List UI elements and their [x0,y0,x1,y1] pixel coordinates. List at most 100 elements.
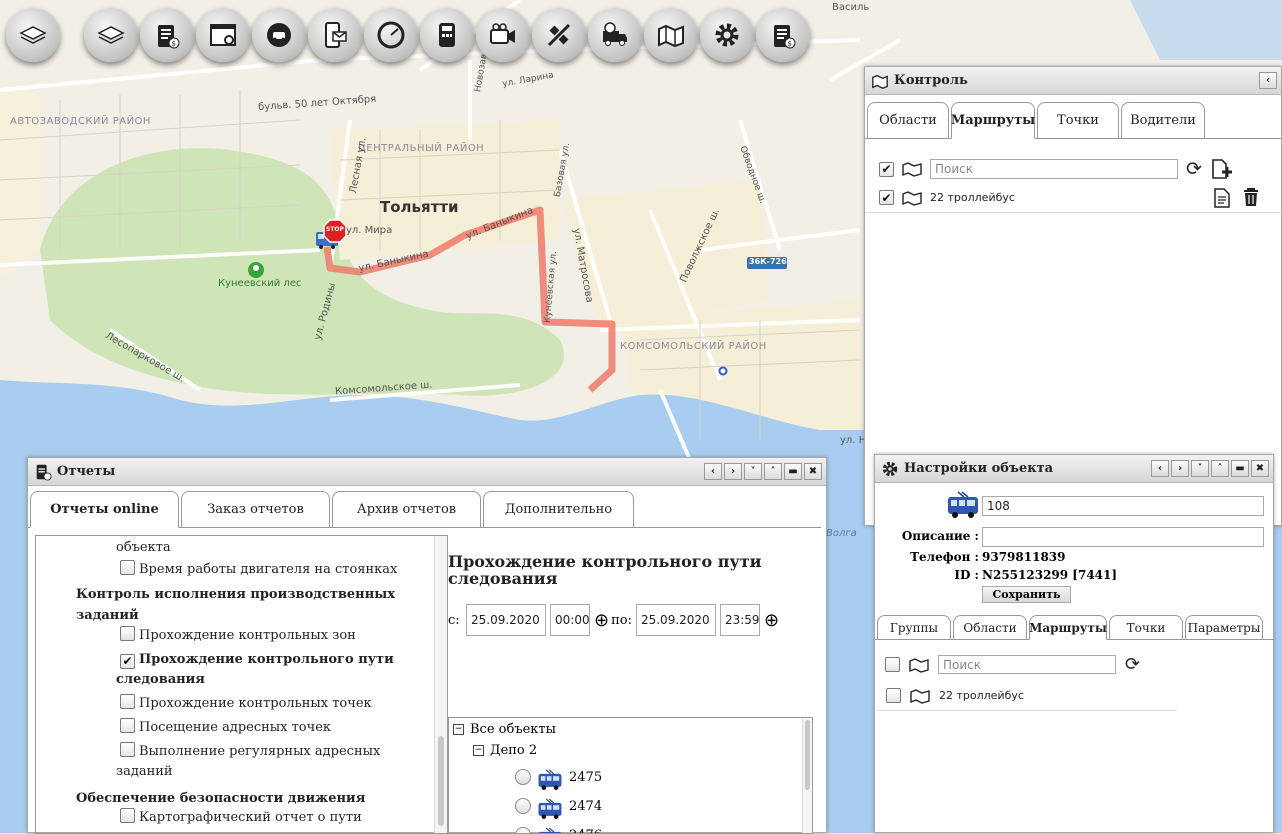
tab-groups[interactable]: Группы [877,615,951,639]
layers-button[interactable] [6,8,60,62]
layers-button-2[interactable] [84,8,138,62]
select-all-checkbox[interactable] [885,657,900,672]
objects-tree[interactable]: − Все объекты − Депо 2 247524742476 [448,717,813,834]
billing-button[interactable]: $ [140,8,194,62]
select-all-checkbox[interactable]: ✔ [879,162,894,177]
phone-value: 9379811839 [982,550,1066,564]
tab-reports-online[interactable]: Отчеты online [30,491,179,528]
collapse-icon[interactable]: − [453,724,464,735]
route-checkbox[interactable] [886,688,901,703]
report-checkbox[interactable] [120,718,135,733]
refresh-icon[interactable]: ⟳ [1125,654,1140,675]
settings-route-row[interactable]: 22 троллейбус [877,681,1177,711]
trash-icon[interactable] [1242,187,1260,207]
settings-button[interactable] [700,8,754,62]
settings-window-icon [207,19,239,51]
logistics-button[interactable] [588,8,642,62]
vehicle-row[interactable]: 2476 [515,821,602,834]
speed-button[interactable] [364,8,418,62]
time-picker-icon[interactable]: ⊕ [594,610,609,631]
control-window-titlebar[interactable]: Контроль ‹ [865,67,1281,95]
time-picker-icon[interactable]: ⊕ [764,610,779,631]
reports-window-titlebar[interactable]: Отчеты ‹ › ˅ ˄ ▬ ✖ [28,458,826,486]
down-button[interactable]: ˅ [1191,460,1209,477]
messages-button[interactable] [308,8,362,62]
tree-root[interactable]: − Все объекты [453,722,556,737]
object-name-field[interactable]: 108 [982,496,1264,516]
tab-routes[interactable]: Маршруты [1029,615,1107,640]
billing-button-2[interactable]: $ [756,8,810,62]
satellite-button[interactable] [532,8,586,62]
report-item[interactable]: Картографический отчет о пути [116,808,416,828]
from-time-input[interactable]: 00:00 [550,604,590,636]
collapse-button[interactable]: ‹ [1259,72,1277,89]
report-checkbox[interactable] [120,742,135,757]
vehicle-settings-button[interactable] [252,8,306,62]
down-button[interactable]: ˅ [744,463,762,480]
route-checkbox[interactable]: ✔ [879,190,894,205]
prev-button[interactable]: ‹ [1151,460,1169,477]
from-date-input[interactable]: 25.09.2020 [466,604,546,636]
tab-additional[interactable]: Дополнительно [483,491,634,527]
to-time-input[interactable]: 23:59 [720,604,760,636]
save-button[interactable]: Сохранить [982,586,1071,603]
report-checkbox[interactable] [120,808,135,823]
id-label: ID : [875,568,979,582]
road-shield: 36К-726 [749,257,787,266]
report-item[interactable]: Выполнение регулярных адресных заданий [116,742,416,782]
report-checkbox[interactable]: ✔ [120,654,135,669]
settings-search-input[interactable]: Поиск [938,655,1116,674]
up-button[interactable]: ˄ [764,463,782,480]
search-placeholder: Поиск [943,658,981,672]
tab-points[interactable]: Точки [1037,102,1119,138]
prev-button[interactable]: ‹ [704,463,722,480]
report-checkbox[interactable] [120,694,135,709]
route-search-input[interactable]: Поиск [930,159,1178,179]
close-button[interactable]: ✖ [1251,460,1269,477]
tab-drivers[interactable]: Водители [1121,102,1205,138]
vehicle-radio[interactable] [515,798,531,814]
vehicle-radio[interactable] [515,769,531,785]
report-item[interactable]: Время работы двигателя на стоянках [116,560,416,580]
to-date-input[interactable]: 25.09.2020 [636,604,716,636]
tab-reports-archive[interactable]: Архив отчетов [332,491,481,527]
tab-points[interactable]: Точки [1109,615,1183,639]
satellite-icon [543,19,575,51]
truck-clock-icon [599,19,631,51]
report-item[interactable]: Посещение адресных точек [116,718,416,738]
report-checkbox[interactable] [120,626,135,641]
routes-button[interactable] [644,8,698,62]
tab-areas[interactable]: Области [867,102,949,138]
refresh-icon[interactable]: ⟳ [1186,158,1202,180]
stop-marker[interactable]: STOP [326,226,344,233]
next-button[interactable]: › [1171,460,1189,477]
up-button[interactable]: ˄ [1211,460,1229,477]
tab-routes[interactable]: Маршруты [951,102,1035,139]
add-document-icon[interactable] [1210,158,1232,180]
report-type-list[interactable]: объектаВремя работы двигателя на стоянка… [35,535,448,834]
report-checkbox[interactable] [120,560,135,575]
video-button[interactable] [476,8,530,62]
report-item[interactable]: ✔Прохождение контрольного пути следовани… [116,650,416,690]
description-field[interactable] [982,527,1264,547]
vehicle-row[interactable]: 2475 [515,763,602,791]
vehicle-row[interactable]: 2474 [515,792,602,820]
minimize-button[interactable]: ▬ [1231,460,1249,477]
close-button[interactable]: ✖ [804,463,822,480]
meter-button[interactable] [420,8,474,62]
objects-scrollbar[interactable] [802,718,812,834]
tab-areas[interactable]: Области [953,615,1027,639]
settings-window-titlebar[interactable]: Настройки объекта ‹ › ˅ ˄ ▬ ✖ [875,455,1273,483]
route-row[interactable]: ✔ 22 троллейбус [865,183,1282,213]
tab-parameters[interactable]: Параметры [1185,615,1263,639]
report-list-scrollbar[interactable] [434,536,447,834]
tab-order-reports[interactable]: Заказ отчетов [181,491,330,527]
document-icon[interactable] [1213,188,1231,208]
report-item[interactable]: Прохождение контрольных зон [116,626,416,646]
minimize-button[interactable]: ▬ [784,463,802,480]
window-settings-button[interactable] [196,8,250,62]
tree-depot[interactable]: − Депо 2 [473,743,537,758]
report-item[interactable]: Прохождение контрольных точек [116,694,416,714]
next-button[interactable]: › [724,463,742,480]
collapse-icon[interactable]: − [473,745,484,756]
